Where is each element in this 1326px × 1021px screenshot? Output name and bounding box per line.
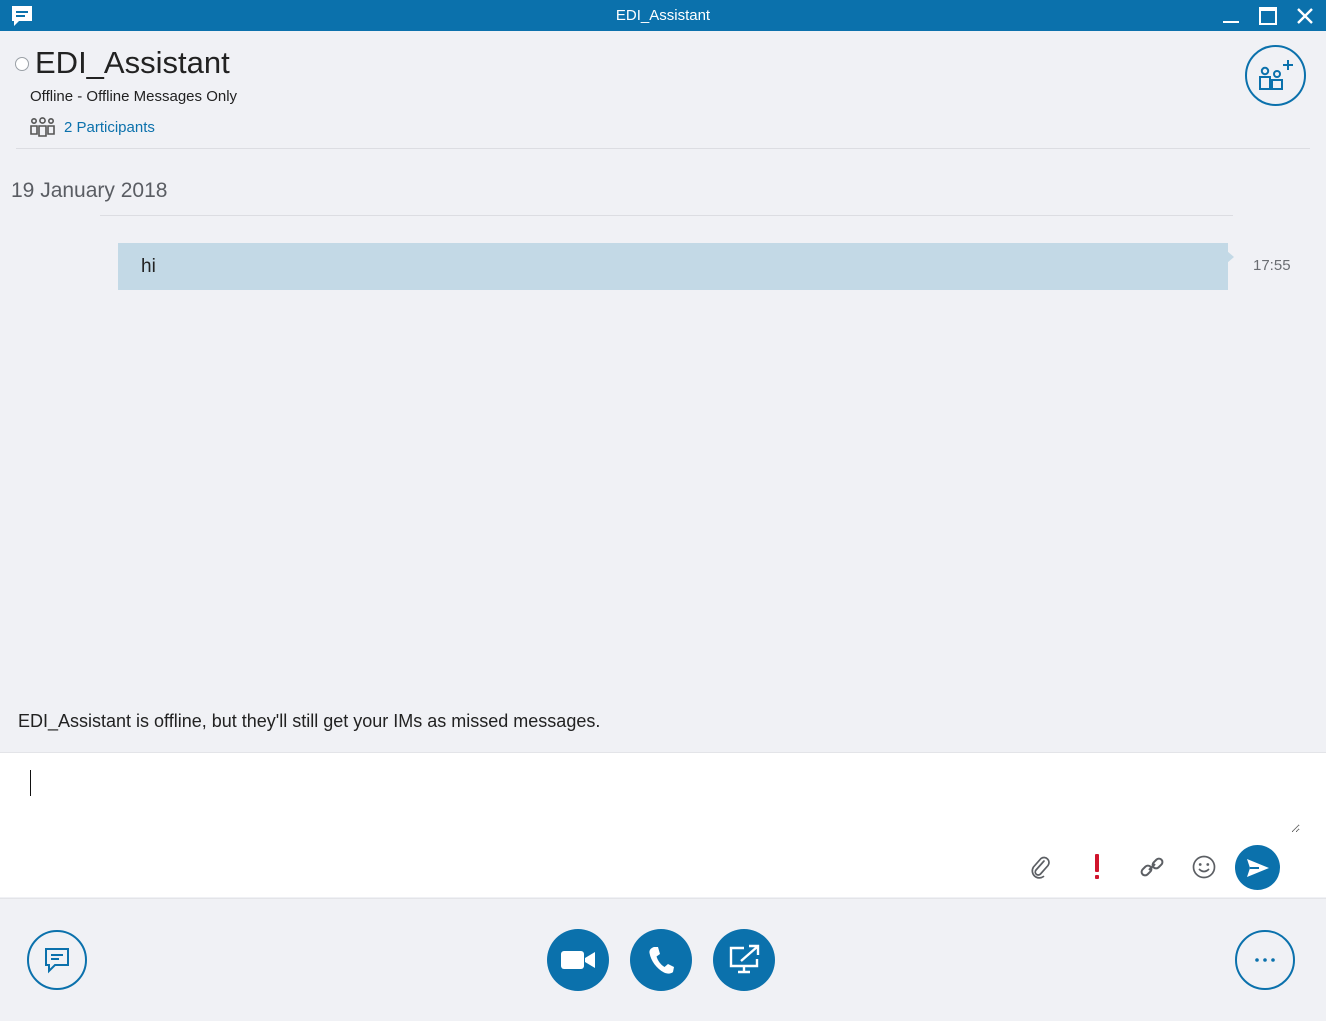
- minimize-icon: [1223, 20, 1239, 23]
- close-icon: [1297, 7, 1313, 24]
- add-people-icon: [1258, 59, 1293, 90]
- window-title: EDI_Assistant: [615, 7, 711, 24]
- message-input[interactable]: [20, 763, 1300, 833]
- more-options-button[interactable]: [1235, 930, 1295, 990]
- attach-file-button[interactable]: [1026, 852, 1056, 882]
- audio-call-button[interactable]: [630, 929, 692, 991]
- participants-count[interactable]: 2 Participants: [64, 119, 155, 136]
- present-screen-icon: [729, 944, 760, 974]
- bottom-toolbar: [0, 898, 1326, 1021]
- compose-area: [0, 752, 1326, 897]
- contact-name: EDI_Assistant: [35, 45, 230, 80]
- conversation-area: EDI_Assistant Offline - Offline Messages…: [0, 31, 1326, 752]
- offline-notice: EDI_Assistant is offline, but they'll st…: [18, 711, 601, 731]
- emoticon-button[interactable]: [1189, 852, 1219, 882]
- im-button[interactable]: [27, 930, 87, 990]
- message-bubble-tail: [1227, 251, 1234, 263]
- header-divider: [16, 148, 1310, 149]
- participants-link[interactable]: 2 Participants: [30, 117, 155, 137]
- present-screen-button[interactable]: [713, 929, 775, 991]
- close-button[interactable]: [1287, 0, 1323, 31]
- high-importance-button[interactable]: [1082, 852, 1112, 882]
- date-header: 19 January 2018: [11, 179, 168, 202]
- maximize-icon: [1259, 6, 1277, 25]
- contact-status: Offline - Offline Messages Only: [30, 88, 238, 105]
- title-bar: EDI_Assistant: [0, 0, 1326, 31]
- date-divider: [100, 215, 1233, 216]
- add-people-button[interactable]: [1245, 45, 1306, 106]
- insert-link-button[interactable]: [1137, 852, 1167, 882]
- im-icon: [45, 948, 69, 974]
- more-options-icon: [1255, 958, 1275, 962]
- send-icon: [1246, 858, 1269, 877]
- maximize-button[interactable]: [1250, 0, 1286, 31]
- presence-status-icon: [15, 57, 29, 71]
- important-icon: [1095, 854, 1099, 879]
- link-icon: [1140, 857, 1164, 877]
- message-bubble[interactable]: hi: [118, 243, 1228, 290]
- video-icon: [561, 951, 595, 969]
- paperclip-icon: [1031, 856, 1050, 879]
- message-text: hi: [141, 256, 156, 277]
- emoticon-icon: [1192, 855, 1216, 879]
- send-button[interactable]: [1235, 845, 1280, 890]
- minimize-button[interactable]: [1213, 0, 1249, 31]
- participants-icon: [30, 117, 55, 137]
- phone-icon: [649, 947, 674, 974]
- message-timestamp: 17:55: [1253, 257, 1291, 274]
- text-caret: [30, 770, 31, 796]
- video-call-button[interactable]: [547, 929, 609, 991]
